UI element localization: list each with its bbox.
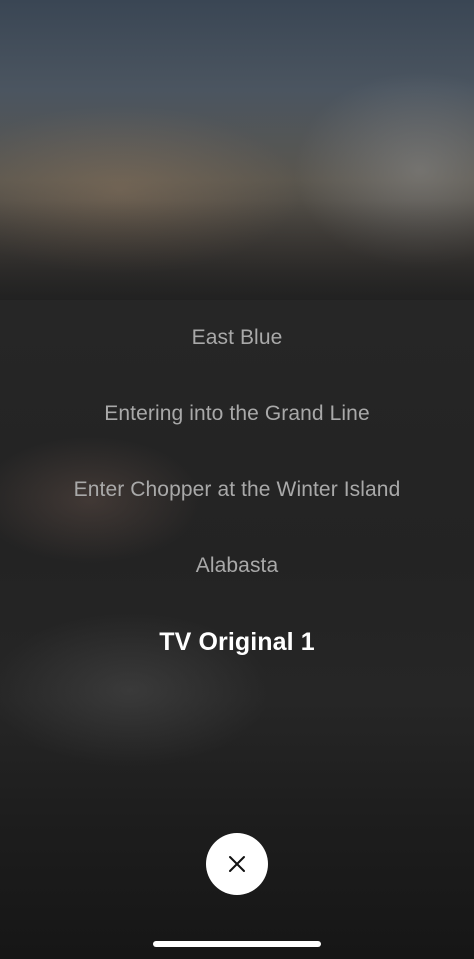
home-indicator [153, 941, 321, 947]
close-icon [229, 856, 245, 872]
season-item-alabasta[interactable]: Alabasta [0, 528, 474, 604]
season-item-chopper[interactable]: Enter Chopper at the Winter Island [0, 452, 474, 528]
season-list: East Blue Entering into the Grand Line E… [0, 300, 474, 680]
season-item-east-blue[interactable]: East Blue [0, 300, 474, 376]
season-item-grand-line[interactable]: Entering into the Grand Line [0, 376, 474, 452]
season-item-tv-original-1[interactable]: TV Original 1 [0, 604, 474, 680]
season-picker-overlay: East Blue Entering into the Grand Line E… [0, 0, 474, 959]
blurred-background [0, 0, 474, 300]
close-button[interactable] [206, 833, 268, 895]
